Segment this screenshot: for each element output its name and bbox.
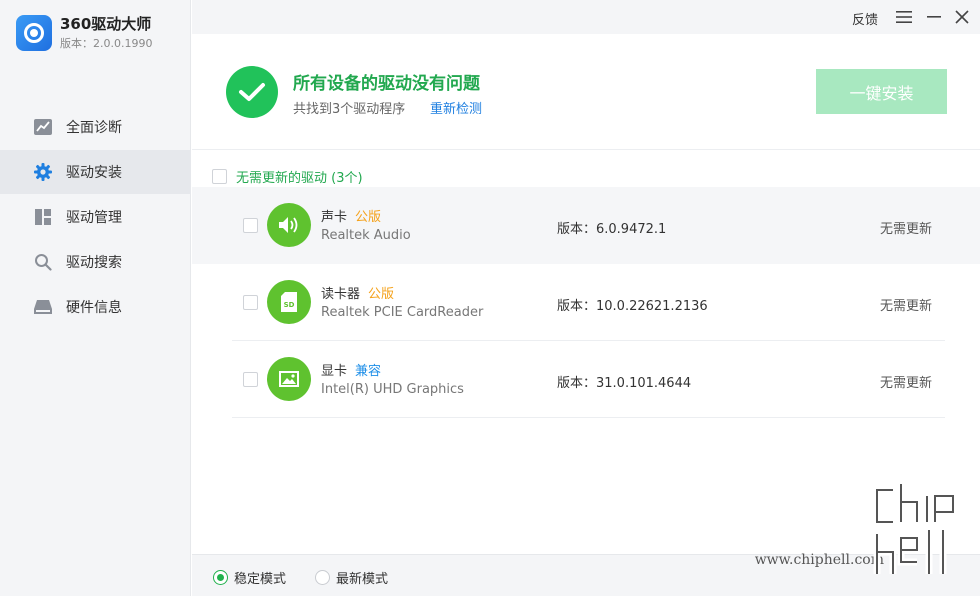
hardware-icon <box>34 298 52 316</box>
sidebar-item-label: 硬件信息 <box>66 300 122 316</box>
stable-mode-radio[interactable]: 稳定模式 <box>213 568 286 587</box>
row-divider <box>232 417 945 418</box>
latest-mode-label: 最新模式 <box>336 572 389 587</box>
close-icon[interactable] <box>952 7 972 27</box>
sidebar-item-label: 驱动搜索 <box>66 255 122 271</box>
app-title: 360驱动大师 <box>60 15 152 33</box>
driver-version: 版本：31.0.101.4644 <box>557 376 692 391</box>
driver-row-graphics[interactable]: 显卡 兼容 Intel(R) UHD Graphics 版本：31.0.101.4… <box>192 341 980 418</box>
driver-status: 无需更新 <box>879 222 932 237</box>
sidebar-item-label: 驱动安装 <box>66 165 122 181</box>
image-icon <box>267 357 311 401</box>
row-checkbox[interactable] <box>243 295 258 310</box>
watermark-url: www.chiphell.com <box>754 552 884 568</box>
driver-model: Realtek Audio <box>321 228 411 243</box>
row-checkbox[interactable] <box>243 372 258 387</box>
speaker-icon <box>267 203 311 247</box>
driver-row-sound[interactable]: 声卡 公版 Realtek Audio 版本：6.0.9472.1 无需更新 <box>192 187 980 264</box>
brand: 360驱动大师 版本：2.0.0.1990 <box>16 14 152 52</box>
driver-model: Intel(R) UHD Graphics <box>321 382 464 397</box>
status-header: 所有设备的驱动没有问题 共找到3个驱动程序 重新检测 一键安装 <box>192 34 980 150</box>
sidebar-item-driver-install[interactable]: 驱动安装 <box>0 150 191 194</box>
gear-icon <box>34 163 52 181</box>
driver-name: 显卡 兼容 <box>321 364 382 379</box>
driver-version: 版本：6.0.9472.1 <box>557 222 667 237</box>
recheck-link[interactable]: 重新检测 <box>430 98 482 117</box>
driver-model: Realtek PCIE CardReader <box>321 305 484 320</box>
status-subtitle: 共找到3个驱动程序 <box>293 102 406 117</box>
status-title: 所有设备的驱动没有问题 <box>293 74 480 94</box>
driver-tag: 兼容 <box>355 364 382 379</box>
radio-unselected-icon <box>315 570 330 585</box>
title-bar: 反馈 <box>192 0 980 34</box>
group-checkbox[interactable] <box>212 169 227 184</box>
stable-mode-label: 稳定模式 <box>234 572 287 587</box>
grid-icon <box>34 208 52 226</box>
sidebar-item-diagnosis[interactable]: 全面诊断 <box>0 105 191 149</box>
svg-text:SD: SD <box>284 301 295 309</box>
sidebar-item-driver-manage[interactable]: 驱动管理 <box>0 195 191 239</box>
sidebar-item-label: 全面诊断 <box>66 120 122 136</box>
feedback-link[interactable]: 反馈 <box>852 9 878 28</box>
sd-card-icon: SD <box>267 280 311 324</box>
driver-tag: 公版 <box>368 287 395 302</box>
minimize-icon[interactable] <box>924 7 944 27</box>
search-icon <box>34 253 52 271</box>
group-label: 无需更新的驱动 (3个) <box>236 171 363 186</box>
sidebar-item-hardware-info[interactable]: 硬件信息 <box>0 285 191 329</box>
row-checkbox[interactable] <box>243 218 258 233</box>
radio-selected-icon <box>213 570 228 585</box>
trend-chart-icon <box>34 118 52 136</box>
sidebar: 360驱动大师 版本：2.0.0.1990 全面诊断 驱动安装 驱动管理 驱动搜… <box>0 0 191 596</box>
app-version: 版本：2.0.0.1990 <box>60 37 153 50</box>
driver-tag: 公版 <box>355 210 382 225</box>
driver-list: 无需更新的驱动 (3个) 声卡 公版 Realtek Audio 版本：6.0.9… <box>192 150 980 554</box>
menu-icon[interactable] <box>894 7 914 27</box>
check-icon <box>226 66 278 118</box>
driver-name: 读卡器 公版 <box>321 287 395 302</box>
driver-status: 无需更新 <box>879 299 932 314</box>
sidebar-nav: 全面诊断 驱动安装 驱动管理 驱动搜索 硬件信息 <box>0 105 191 330</box>
driver-name: 声卡 公版 <box>321 210 382 225</box>
app-logo <box>16 15 52 51</box>
one-click-install-button[interactable]: 一键安装 <box>816 69 947 114</box>
driver-row-card-reader[interactable]: SD 读卡器 公版 Realtek PCIE CardReader 版本：10.0… <box>192 264 980 341</box>
group-header: 无需更新的驱动 (3个) <box>212 167 363 186</box>
sidebar-item-label: 驱动管理 <box>66 210 122 226</box>
chiphell-logo <box>871 482 966 578</box>
driver-status: 无需更新 <box>879 376 932 391</box>
driver-version: 版本：10.0.22621.2136 <box>557 299 708 314</box>
latest-mode-radio[interactable]: 最新模式 <box>315 568 388 587</box>
sidebar-item-driver-search[interactable]: 驱动搜索 <box>0 240 191 284</box>
